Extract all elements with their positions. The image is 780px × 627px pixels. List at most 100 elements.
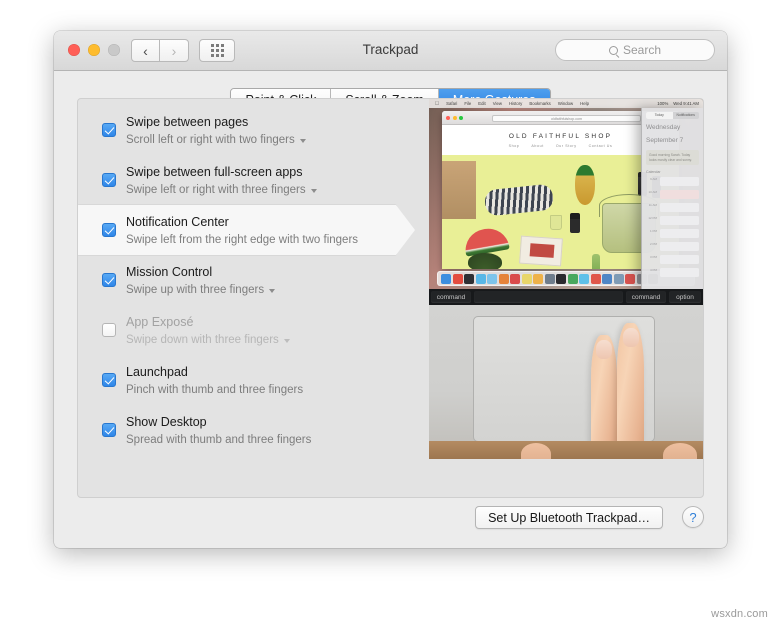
checkbox-swipe-between-pages[interactable] [102,123,116,137]
dock-icon-contacts [498,273,509,284]
gesture-title: Swipe between pages [126,114,249,129]
fingernail [596,340,612,359]
fingernail [622,328,639,347]
product-soda-bottle [592,254,600,269]
gesture-subtitle: Swipe down with three fingers [126,333,279,346]
event-time: 4 PM [649,268,657,272]
gesture-row-app-expose[interactable]: App Exposé Swipe down with three fingers [78,305,418,355]
gesture-title: Notification Center [126,214,229,229]
dock-icon-notes [521,273,532,284]
dock-icon-mail [487,273,497,284]
gesture-title: Mission Control [126,264,213,279]
dock-icon-reminders [533,273,543,284]
checkbox-swipe-between-full-screen-apps[interactable] [102,173,116,187]
key-command-right: command [626,291,666,303]
dock-icon-appstore [625,273,635,284]
apple-logo-icon:  [435,101,439,107]
menu-item-help: Help [576,101,589,106]
segment-notifications: Notifications [676,113,695,117]
key-option-right: option [669,291,701,303]
demo-safari-traffic-lights [446,116,463,120]
dock-icon-facetime [579,273,589,284]
menu-item-bookmarks: Bookmarks [525,101,551,106]
notification-center-date-line-2: September 7 [646,137,684,144]
gesture-text: Mission Control Swipe up with three fing… [126,263,276,298]
menu-item-view: View [488,101,502,106]
checkbox-notification-center[interactable] [102,223,116,237]
demo-trackpad-photo: command command option [429,289,703,459]
gesture-subtitle-row[interactable]: Scroll left or right with two fingers [126,132,306,148]
demo-finger-middle [617,323,644,459]
gesture-subtitle-row[interactable]: Swipe up with three fingers [126,282,276,298]
gesture-title: Show Desktop [126,414,207,429]
product-dropper-bottle [570,213,580,233]
dock-icon-keynote [613,273,624,284]
gesture-subtitle: Pinch with thumb and three fingers [126,383,304,396]
watermark: wsxdn.com [711,608,768,620]
dock-icon-maps [544,273,555,284]
event-time: 10 AM [648,190,657,194]
demo-nav-shop: Shop [508,143,520,148]
checkbox-app-expose[interactable] [102,323,116,337]
checkbox-mission-control[interactable] [102,273,116,287]
demo-screen-recording:  Safari File Edit View History Bookmark… [429,99,703,289]
gesture-subtitle-row: Pinch with thumb and three fingers [126,382,303,398]
gesture-subtitle: Swipe up with three fingers [126,283,265,296]
menu-bar-status: 100% Wed 9:41 AM [657,101,699,106]
chevron-down-icon[interactable] [310,188,317,193]
notification-event: 12 PM [646,216,699,225]
event-time: 9 AM [650,177,657,181]
demo-nav-about: About [531,143,544,148]
product-towels [483,183,555,217]
event-time: 12 PM [648,216,657,220]
window-footer: Set Up Bluetooth Trackpad… ? [54,498,727,548]
demo-shop-name: OLD FAITHFUL SHOP [508,132,613,140]
chevron-down-icon[interactable] [283,338,290,343]
chevron-down-icon[interactable] [299,138,306,143]
notification-center-date-line-1: Wednesday [646,124,681,131]
gesture-subtitle-row[interactable]: Swipe down with three fingers [126,332,290,348]
search-placeholder: Search [622,43,662,57]
gesture-subtitle-row[interactable]: Swipe left or right with three fingers [126,182,317,198]
demo-shop-nav: Shop About Our Story Contact Us [509,144,613,148]
notification-event: 2 PM [646,242,699,251]
gesture-row-swipe-between-pages[interactable]: Swipe between pages Scroll left or right… [78,105,418,155]
demo-nav-our-story: Our Story [555,143,577,148]
notification-center-section-title: Calendar [646,170,661,174]
demo-palm [663,443,697,459]
gestures-panel: Swipe between pages Scroll left or right… [77,98,704,498]
demo-safari-url: oldfaithfulshop.com [492,114,641,122]
menu-status-battery: 100% [657,101,669,106]
gesture-subtitle-row: Swipe left from the right edge with two … [126,232,358,248]
chevron-down-icon[interactable] [269,288,276,293]
event-time: 1 PM [649,229,657,233]
search-field[interactable]: Search [555,39,715,61]
dock-icon-launchpad [452,273,463,284]
gesture-row-notification-center[interactable]: Notification Center Swipe left from the … [78,205,418,255]
notification-event: 1 PM [646,229,699,238]
gesture-text: Launchpad Pinch with thumb and three fin… [126,363,303,398]
gesture-row-show-desktop[interactable]: Show Desktop Spread with thumb and three… [78,405,418,455]
gesture-title: Swipe between full-screen apps [126,164,303,179]
gesture-subtitle: Scroll left or right with two fingers [126,133,295,146]
menu-status-clock: Wed 9:41 AM [673,101,699,106]
event-time: 2 PM [649,242,657,246]
key-command-left: command [431,291,471,303]
gesture-text: Swipe between full-screen apps Swipe lef… [126,163,317,198]
notification-event: 3 PM [646,255,699,264]
notification-event: 11 AM [646,203,699,212]
product-bag [442,161,476,219]
trackpad-preferences-window: ‹ › Trackpad Search Point & Click Scroll… [54,31,727,548]
checkbox-launchpad[interactable] [102,373,116,387]
gesture-row-mission-control[interactable]: Mission Control Swipe up with three fing… [78,255,418,305]
gesture-row-swipe-between-full-screen-apps[interactable]: Swipe between full-screen apps Swipe lef… [78,155,418,205]
gesture-row-launchpad[interactable]: Launchpad Pinch with thumb and three fin… [78,355,418,405]
help-button[interactable]: ? [682,506,704,528]
set-up-bluetooth-trackpad-button[interactable]: Set Up Bluetooth Trackpad… [475,506,663,529]
notification-event: 9 AM [646,177,699,186]
dock-icon-finder [441,273,451,284]
checkbox-show-desktop[interactable] [102,423,116,437]
gesture-text: App Exposé Swipe down with three fingers [126,313,290,348]
gesture-title: Launchpad [126,364,188,379]
menu-item-file: File [460,101,471,106]
